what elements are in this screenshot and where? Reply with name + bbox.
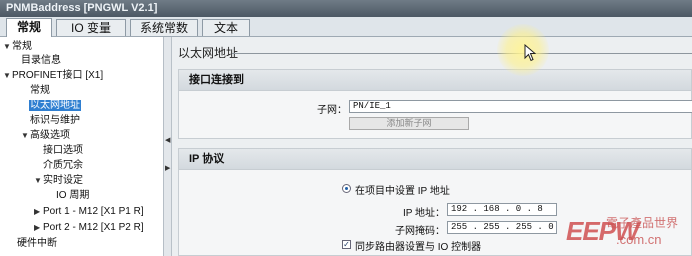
expand-arrow-icon[interactable]: ▼ — [21, 129, 30, 142]
nav-item-identification-maintenance[interactable]: 标识与维护 — [30, 114, 80, 127]
nav-item-ethernet-address[interactable]: 以太网地址 — [29, 99, 81, 112]
nav-item-profinet-interface[interactable]: ▼PROFINET接口 [X1] — [3, 69, 103, 82]
radio-label: 在项目中设置 IP 地址 — [355, 186, 450, 197]
subnet-field[interactable]: PN/IE_1 — [349, 100, 692, 113]
watermark-cn: 電子產品世界 — [606, 216, 679, 230]
section-divider — [232, 53, 692, 54]
expand-arrow-icon[interactable]: ▼ — [3, 40, 12, 53]
nav-item-io-cycle[interactable]: IO 周期 — [56, 189, 89, 202]
nav-item-advanced-options[interactable]: ▼高级选项 — [21, 129, 70, 142]
nav-item-catalog-info[interactable]: 目录信息 — [21, 54, 61, 67]
group-heading: IP 协议 — [179, 149, 691, 170]
expand-arrow-icon[interactable]: ▼ — [3, 69, 12, 82]
set-ip-in-project-radio[interactable] — [342, 184, 351, 193]
panel-splitter[interactable]: ◀ ▶ — [164, 37, 172, 256]
section-title: 以太网地址 — [178, 46, 239, 60]
nav-item-port-2[interactable]: ▶ Port 2 - M12 [X1 P2 R] — [34, 221, 144, 234]
nav-item-realtime-settings[interactable]: ▼实时设定 — [34, 174, 83, 187]
cursor-highlight — [497, 24, 549, 76]
nav-item-hardware-interrupt[interactable]: 硬件中断 — [17, 237, 57, 250]
mouse-pointer-icon — [524, 44, 536, 62]
expand-right-icon[interactable]: ▶ — [165, 165, 170, 173]
group-heading: 接口连接到 — [179, 70, 691, 91]
nav-item-media-redundancy[interactable]: 介质冗余 — [43, 159, 83, 172]
nav-item-general[interactable]: ▼常规 — [3, 40, 32, 53]
nav-item-port-1[interactable]: ▶ Port 1 - M12 [X1 P1 R] — [34, 205, 144, 218]
nav-item-interface-options[interactable]: 接口选项 — [43, 144, 83, 157]
tab-bar: 常规 IO 变量 系统常数 文本 — [0, 17, 692, 37]
expand-arrow-icon[interactable]: ▶ — [34, 205, 43, 218]
ip-address-label: IP 地址： — [402, 208, 445, 219]
sync-router-label: 同步路由器设置与 IO 控制器 — [355, 242, 482, 253]
tab-io-tags[interactable]: IO 变量 — [56, 19, 126, 36]
properties-navigation-tree: ▼常规 目录信息 ▼PROFINET接口 [X1] 常规 以太网地址 标识与维护… — [0, 37, 164, 256]
sync-router-checkbox[interactable]: ✓ — [342, 240, 351, 249]
tab-general[interactable]: 常规 — [6, 18, 52, 37]
expand-arrow-icon[interactable]: ▼ — [34, 174, 43, 187]
expand-arrow-icon[interactable]: ▶ — [34, 221, 43, 234]
watermark-url: .com.cn — [616, 232, 662, 247]
nav-item-interface-general[interactable]: 常规 — [30, 84, 50, 97]
subnet-label: 子网： — [317, 105, 347, 116]
interface-connection-group: 接口连接到 子网： PN/IE_1 添加新子网 — [178, 69, 692, 139]
tab-texts[interactable]: 文本 — [202, 19, 250, 36]
add-new-subnet-button[interactable]: 添加新子网 — [349, 117, 469, 130]
eepw-watermark: EEPW 電子產品世界 .com.cn — [566, 212, 692, 256]
subnet-mask-field[interactable]: 255 . 255 . 255 . 0 — [447, 221, 557, 234]
window-title: PNMBaddress [PNGWL V2.1] — [0, 0, 692, 17]
ip-address-field[interactable]: 192 . 168 . 0 . 8 — [447, 203, 557, 216]
tab-system-constants[interactable]: 系统常数 — [130, 19, 198, 36]
subnet-mask-label: 子网掩码： — [395, 226, 445, 237]
collapse-left-icon[interactable]: ◀ — [165, 137, 170, 145]
